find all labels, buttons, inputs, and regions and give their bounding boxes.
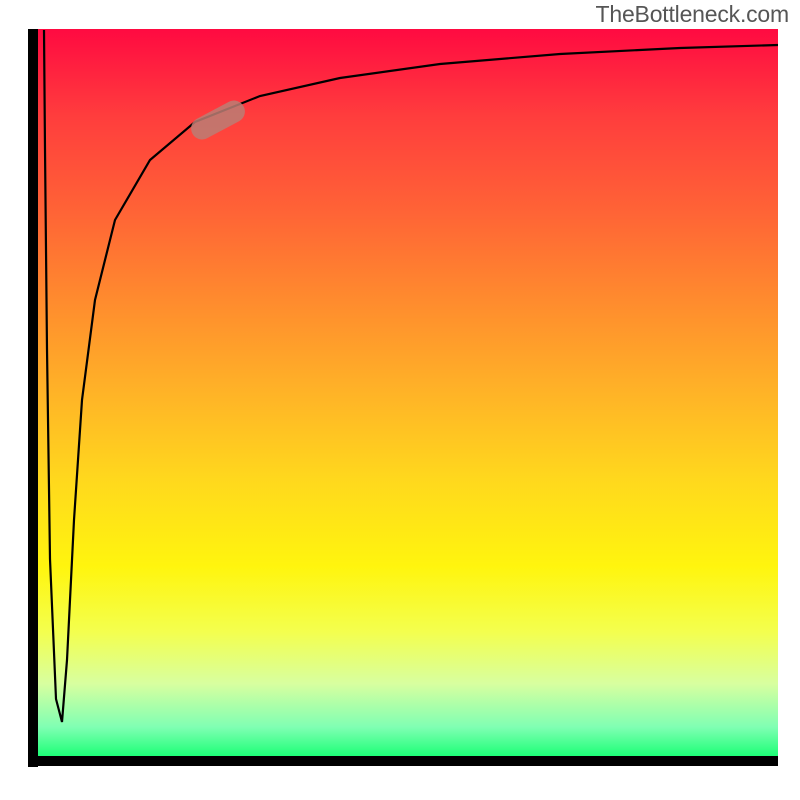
bottleneck-curve [44,30,778,722]
chart-container: TheBottleneck.com [0,0,800,800]
attribution-label: TheBottleneck.com [596,0,789,29]
x-axis [28,756,778,766]
curve-layer [38,29,778,756]
highlight-capsule [187,97,249,144]
y-axis [28,29,38,767]
